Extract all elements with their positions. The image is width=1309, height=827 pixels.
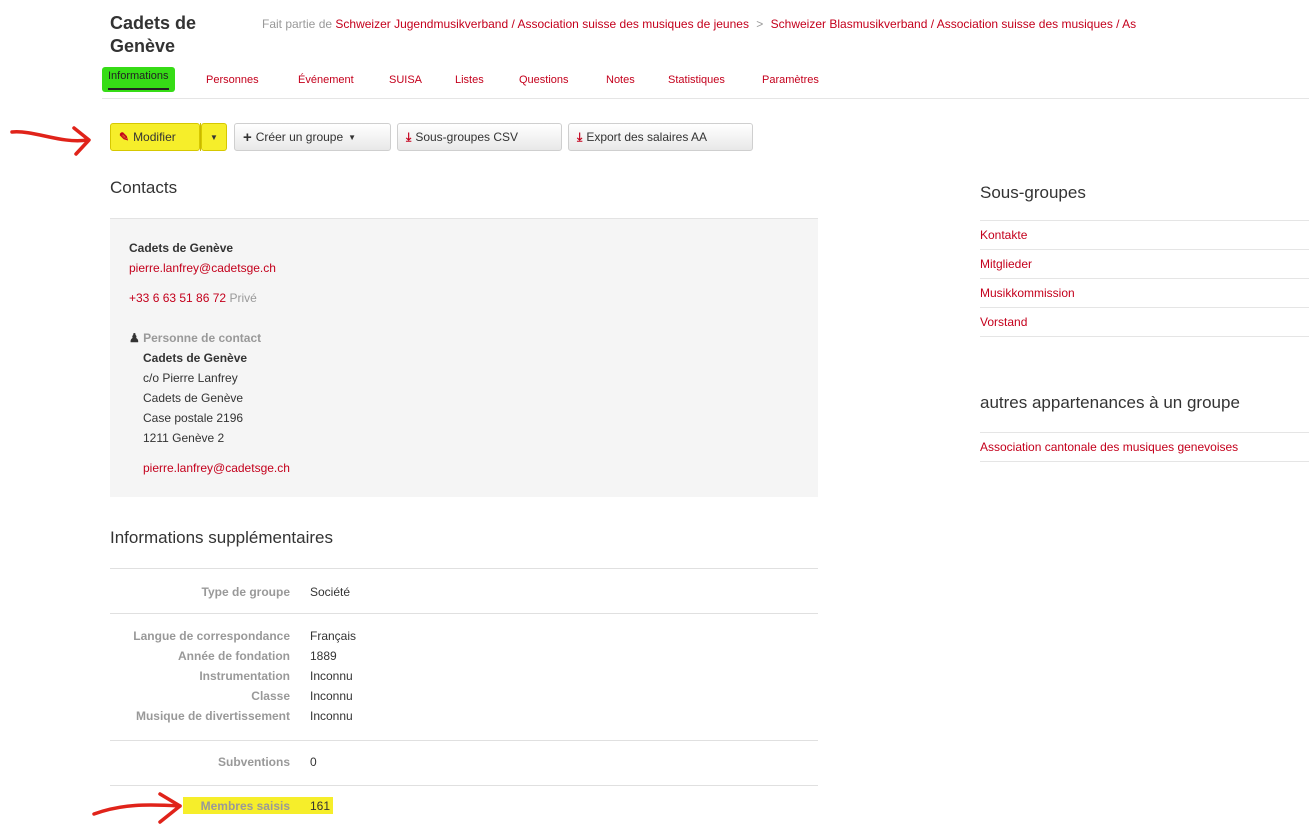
tab-questions[interactable]: Questions xyxy=(519,74,569,86)
info-value: Français xyxy=(310,629,357,643)
membership-link[interactable]: Association cantonale des musiques genev… xyxy=(980,440,1238,454)
modify-button[interactable]: ✎ Modifier xyxy=(110,123,200,151)
additional-info-heading: Informations supplémentaires xyxy=(110,528,334,547)
list-item: Association cantonale des musiques genev… xyxy=(980,432,1309,461)
address-line-4: 1211 Genève 2 xyxy=(143,431,225,445)
subgroup-link[interactable]: Kontakte xyxy=(980,228,1027,242)
contact-person-name: Cadets de Genève xyxy=(143,351,248,365)
tab-personnes[interactable]: Personnes xyxy=(206,74,259,86)
create-group-label: Créer un groupe xyxy=(255,130,344,144)
address-line-2: Cadets de Genève xyxy=(143,391,244,405)
subgroups-csv-label: Sous-groupes CSV xyxy=(415,130,519,144)
info-key: Musique de divertissement xyxy=(135,709,290,723)
group-title: Cadets de Genève xyxy=(110,13,197,56)
info-value-members: 161 xyxy=(310,799,331,813)
contact-name: Cadets de Genève xyxy=(129,241,234,255)
list-item: Mitglieder xyxy=(980,249,1309,278)
breadcrumb-parent-2[interactable]: Schweizer Blasmusikverband / Association… xyxy=(771,17,1137,31)
contacts-heading: Contacts xyxy=(110,178,178,197)
list-item: Vorstand xyxy=(980,307,1309,336)
info-value: Inconnu xyxy=(310,689,353,703)
tab-bar: Informations Personnes Événement SUISA L… xyxy=(102,67,1309,99)
address-line-1: c/o Pierre Lanfrey xyxy=(143,371,238,385)
info-key: Année de fondation xyxy=(178,649,290,663)
subgroup-link[interactable]: Mitglieder xyxy=(980,257,1032,271)
info-key: Type de groupe xyxy=(201,585,290,599)
download-icon: ⤓ xyxy=(406,129,412,144)
edit-icon: ✎ xyxy=(119,130,130,144)
create-group-button[interactable]: + Créer un groupe ▼ xyxy=(234,123,391,151)
tab-suisa[interactable]: SUISA xyxy=(389,74,422,86)
info-value: Inconnu xyxy=(310,669,353,683)
tab-listes[interactable]: Listes xyxy=(455,74,484,86)
export-salaries-button[interactable]: ⤓ Export des salaires AA xyxy=(568,123,753,151)
plus-icon: + xyxy=(243,128,252,146)
phone-type: Privé xyxy=(229,291,257,305)
contacts-panel: Cadets de Genève pierre.lanfrey@cadetsge… xyxy=(110,218,818,497)
breadcrumb: Fait partie de Schweizer Jugendmusikverb… xyxy=(262,17,1136,31)
contact-phone-row: +33 6 63 51 86 72 Privé xyxy=(129,291,257,305)
breadcrumb-prefix: Fait partie de xyxy=(262,17,333,31)
divider xyxy=(110,568,818,569)
chevron-down-icon: ▼ xyxy=(210,132,218,142)
subgroups-heading: Sous-groupes xyxy=(980,183,1086,202)
other-memberships-heading: autres appartenances à un groupe xyxy=(980,393,1240,412)
address-line-3: Case postale 2196 xyxy=(143,411,244,425)
person-icon: ♟ xyxy=(129,331,140,345)
divider xyxy=(110,613,818,614)
subgroup-link[interactable]: Vorstand xyxy=(980,315,1027,329)
divider xyxy=(110,740,818,741)
info-key: Classe xyxy=(251,689,290,703)
annotation-arrow-bottom xyxy=(92,792,182,824)
info-key: Subventions xyxy=(217,755,290,769)
tab-informations[interactable]: Informations xyxy=(102,67,175,92)
contact-person-label: Personne de contact xyxy=(143,331,262,345)
subgroup-link[interactable]: Musikkommission xyxy=(980,286,1075,300)
export-salaries-label: Export des salaires AA xyxy=(586,130,708,144)
tab-parametres[interactable]: Paramètres xyxy=(762,74,819,86)
divider xyxy=(110,785,818,786)
info-value: 0 xyxy=(310,755,317,769)
contact-phone-link[interactable]: +33 6 63 51 86 72 xyxy=(129,291,226,305)
breadcrumb-separator: > xyxy=(756,17,764,31)
tab-notes[interactable]: Notes xyxy=(606,74,635,86)
contact-person-email-link[interactable]: pierre.lanfrey@cadetsge.ch xyxy=(143,461,290,475)
list-item: Musikkommission xyxy=(980,278,1309,307)
chevron-down-icon: ▼ xyxy=(348,132,357,142)
other-memberships-list: Association cantonale des musiques genev… xyxy=(980,432,1309,462)
info-value: Société xyxy=(310,585,351,599)
download-icon: ⤓ xyxy=(577,129,583,144)
info-value: Inconnu xyxy=(310,709,353,723)
subgroups-list: Kontakte Mitglieder Musikkommission Vors… xyxy=(980,220,1309,337)
modify-dropdown-toggle[interactable]: ▼ xyxy=(201,123,227,151)
modify-label: Modifier xyxy=(133,130,176,144)
info-key: Langue de correspondance xyxy=(133,629,290,643)
tab-statistiques[interactable]: Statistiques xyxy=(668,74,725,86)
subgroups-csv-button[interactable]: ⤓ Sous-groupes CSV xyxy=(397,123,562,151)
contact-person-label-row: ♟ Personne de contact xyxy=(129,331,261,345)
annotation-arrow-top xyxy=(10,126,91,156)
contact-email-link[interactable]: pierre.lanfrey@cadetsge.ch xyxy=(129,261,276,275)
info-key: Instrumentation xyxy=(199,669,290,683)
info-value: 1889 xyxy=(310,649,337,663)
breadcrumb-parent-1[interactable]: Schweizer Jugendmusikverband / Associati… xyxy=(335,17,749,31)
list-item: Kontakte xyxy=(980,220,1309,249)
tab-evenement[interactable]: Événement xyxy=(298,74,354,86)
